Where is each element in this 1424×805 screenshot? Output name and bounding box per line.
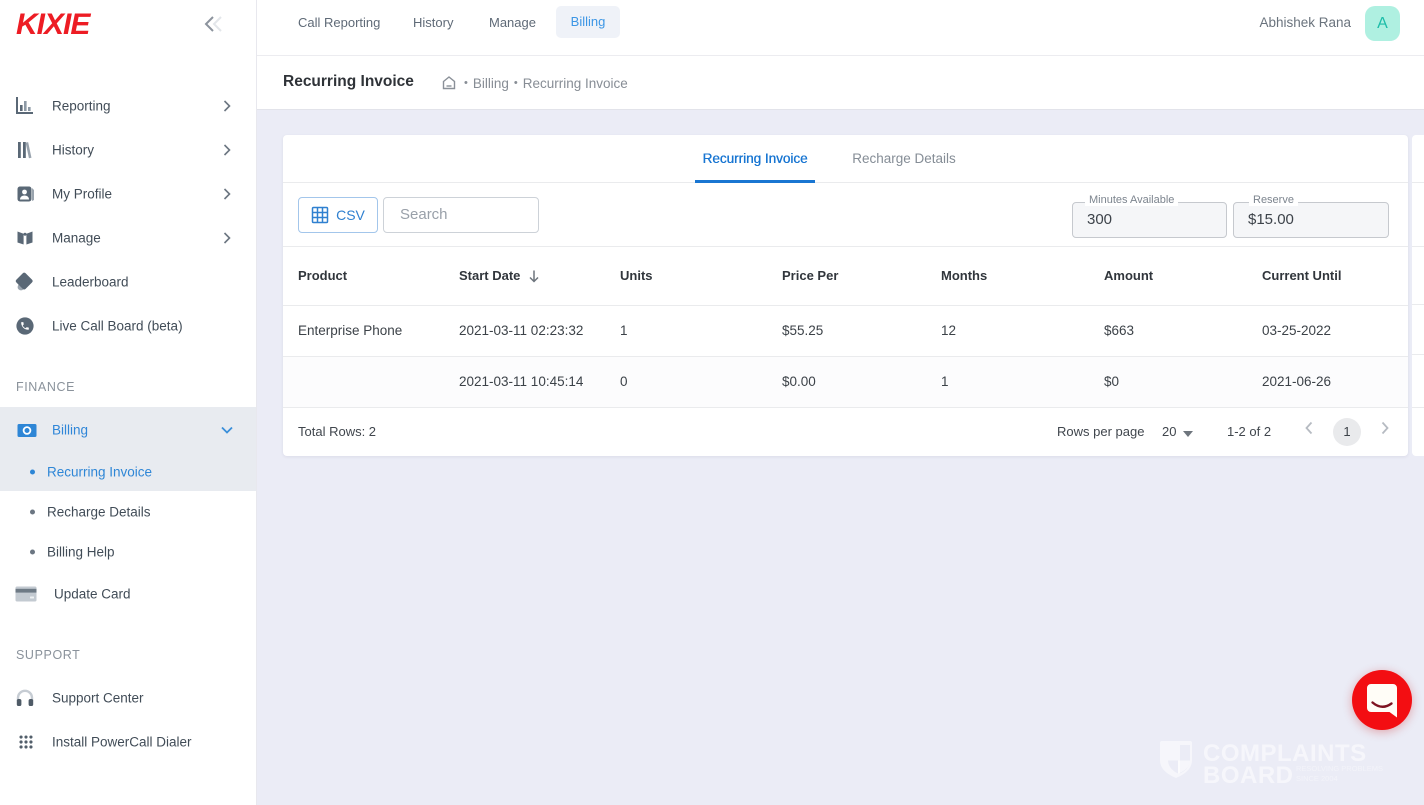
- svg-text:SINCE 2004: SINCE 2004: [1296, 774, 1338, 783]
- svg-text:BOARD: BOARD: [1203, 762, 1294, 787]
- svg-text:RESOLVING PROBLEMS: RESOLVING PROBLEMS: [1296, 764, 1383, 773]
